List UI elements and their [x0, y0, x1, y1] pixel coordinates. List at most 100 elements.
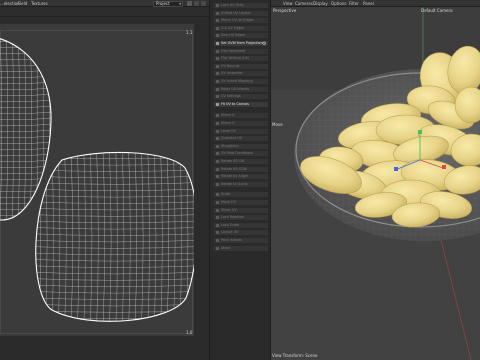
tool-icon [215, 182, 219, 186]
tool-icon [215, 144, 219, 148]
tool-item[interactable]: Level UV [213, 127, 269, 135]
tool-item[interactable]: Pack Islands [213, 237, 269, 244]
vp-menu-filter[interactable]: Filter [349, 1, 359, 6]
tool-icon [215, 129, 219, 133]
menu-field[interactable]: Field [18, 1, 27, 6]
tool-icon [215, 160, 219, 163]
uv-corner-top-label: 1,1 [186, 30, 193, 35]
project-dropdown[interactable]: Project ▾ [153, 0, 183, 7]
tool-item[interactable]: Rotate by Angle [213, 173, 269, 181]
tool-item[interactable]: UV Island Mapping [213, 78, 269, 85]
tool-item-label: Lock UV Only [221, 3, 244, 7]
tool-icon [215, 11, 219, 15]
tool-icon [215, 57, 219, 61]
tool-item-label: Rotate 90 CCW [221, 166, 247, 171]
tool-item-label: Move UV [221, 200, 236, 204]
tool-icon [215, 223, 219, 227]
tool-item[interactable]: Lock Scale [213, 221, 269, 229]
tool-icon [215, 102, 219, 106]
vp-menu-options[interactable]: Options [331, 1, 346, 6]
tool-item-label: UV Island Mapping [221, 79, 253, 83]
tool-icon [215, 64, 219, 68]
tool-item[interactable]: UV Mod Conditions [213, 150, 269, 158]
tool-icon [215, 42, 219, 45]
3d-viewport[interactable]: View Cameras Display Options Filter Pane… [271, 0, 480, 360]
tool-item-label: Rotate 90 CW [221, 159, 245, 163]
tool-item[interactable]: UV Settings [213, 93, 269, 101]
uv-tools-panel: Lock UV Only Unfold UV Layout Mirror UV on… [209, 0, 271, 360]
tool-item-label: Flip Horizontal [221, 48, 246, 53]
tool-icon [215, 80, 219, 83]
tool-icon [215, 72, 219, 76]
gear-icon[interactable]: ⚙ [262, 41, 267, 46]
tool-item[interactable]: Flip Horizontal [213, 47, 269, 55]
tool-icon [215, 114, 219, 118]
tool-item-label: Mirror UV on Edges [221, 18, 254, 23]
tool-icon [215, 87, 219, 91]
tool-item[interactable]: Cut UV Edges [213, 24, 269, 32]
tool-item[interactable]: UV Bounds [213, 62, 269, 70]
move-tool-label: Move [272, 122, 283, 127]
camera-label[interactable]: Default Camera [421, 8, 453, 13]
tool-item[interactable]: UV Inspector [213, 70, 269, 78]
tool-item[interactable]: Stack [213, 244, 269, 252]
tool-icon [215, 152, 219, 156]
menu-textures[interactable]: Textures [31, 1, 48, 6]
tool-item[interactable]: Flip Vertical (UV) [213, 55, 269, 63]
tool-item-label: Rotate by Angle [221, 174, 249, 179]
tool-item-label: Mirror U [221, 113, 235, 118]
tool-icon [215, 208, 219, 212]
tool-icon [215, 26, 219, 30]
tool-item[interactable]: Set UVW from Projection ⚙ [213, 40, 269, 47]
vp-menu-cameras[interactable]: Cameras [295, 1, 313, 6]
tool-item-label: Lock Scale [221, 222, 239, 227]
tool-item[interactable]: Quantize UV [213, 135, 269, 143]
tool-item-label: Set UVW from Projection [221, 41, 263, 45]
settings-icon[interactable] [187, 1, 192, 6]
tool-item[interactable]: Shear UV [213, 206, 269, 214]
uv-editor-panel: ...election Field Textures Project ▾ 1,1… [0, 0, 209, 360]
vp-menu-display[interactable]: Display [313, 1, 328, 6]
tool-icon [215, 137, 219, 141]
tool-item[interactable]: Layout UV [213, 229, 269, 237]
viewport-scene [271, 0, 480, 360]
perspective-label[interactable]: Perspective [273, 8, 296, 13]
tool-item-label: UV Bounds [221, 63, 240, 68]
uv-island-right[interactable] [26, 144, 194, 334]
tool-item[interactable]: Mirror V [213, 120, 269, 127]
tool-item-label: Fit UV to Canvas [221, 101, 249, 106]
tool-item[interactable]: Relax UV Islands [213, 85, 269, 93]
tool-item[interactable]: Move UV [213, 199, 269, 206]
tool-item-label: Stack [221, 245, 231, 250]
tool-icon [215, 239, 219, 242]
tool-item[interactable]: Lock Rotation [213, 214, 269, 222]
tool-item[interactable]: Lock UV Only [213, 2, 269, 9]
uv-menubar: ...election Field Textures Project ▾ [0, 0, 209, 7]
tool-icon [215, 175, 219, 179]
tool-icon [215, 122, 219, 125]
tool-icon [215, 34, 219, 38]
tool-item[interactable]: Mirror U [213, 112, 269, 120]
tool-item-label: Layout UV [221, 230, 239, 235]
display-icon[interactable] [194, 1, 199, 6]
tool-item-label: Quantize UV [221, 136, 243, 141]
tool-icon [215, 231, 219, 235]
tool-item-label: UV Mod Conditions [221, 151, 254, 156]
tool-item[interactable]: Sew UV Edges [213, 32, 269, 40]
tool-item[interactable]: Rotate 90 CW [213, 158, 269, 165]
uv-toolbar [0, 7, 209, 17]
tool-item[interactable]: Rotate 90 CCW [213, 165, 269, 173]
vp-menu-panel[interactable]: Panel [363, 1, 374, 6]
tool-item[interactable]: Unfold UV Layout [213, 9, 269, 17]
tool-item[interactable]: Rotate to Guide [213, 180, 269, 188]
uv-island-left[interactable] [0, 28, 56, 224]
tool-item[interactable]: Fit UV to Canvas [213, 100, 269, 108]
uv-canvas[interactable]: 1,1 1,0 [0, 24, 194, 336]
layout-icon[interactable] [201, 1, 206, 6]
tool-item[interactable]: Straighten [213, 142, 269, 150]
tool-item[interactable]: Scale [213, 191, 269, 199]
vp-menu-view[interactable]: View [283, 1, 293, 6]
menu-selection[interactable]: ...election [0, 1, 20, 6]
tool-item-label: Level UV [221, 128, 236, 133]
tool-item[interactable]: Mirror UV on Edges [213, 17, 269, 25]
